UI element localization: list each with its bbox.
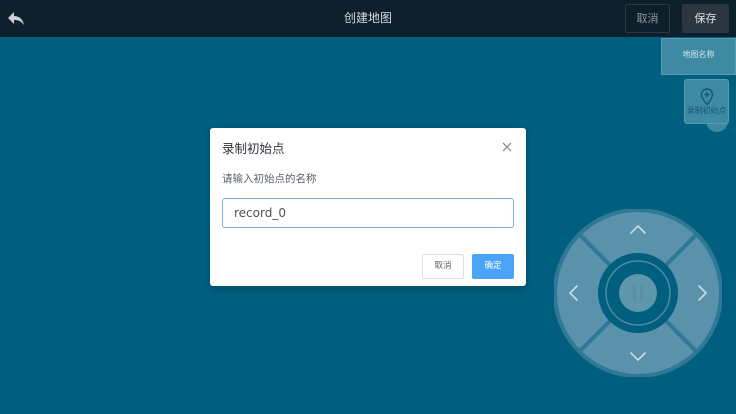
map-name-tab[interactable]: 地图名称 [661, 38, 736, 75]
dialog-cancel-button[interactable]: 取消 [422, 254, 464, 279]
close-icon[interactable] [501, 141, 513, 153]
start-point-name-input[interactable] [222, 198, 514, 228]
dialog-ok-button[interactable]: 确定 [472, 254, 514, 279]
top-bar: 创建地图 取消 保存 [0, 0, 736, 37]
joystick-center-button[interactable] [619, 274, 657, 312]
record-start-button[interactable]: 录制初始点 [684, 79, 729, 124]
record-start-dialog: 录制初始点 请输入初始点的名称 取消 确定 [210, 128, 526, 286]
location-pin-plus-icon [700, 88, 714, 106]
record-start-label: 录制初始点 [686, 106, 727, 115]
cancel-button[interactable]: 取消 [625, 4, 670, 33]
save-button[interactable]: 保存 [682, 4, 729, 33]
joystick[interactable] [554, 209, 722, 377]
dialog-title: 录制初始点 [222, 141, 285, 156]
dialog-prompt: 请输入初始点的名称 [222, 173, 317, 185]
